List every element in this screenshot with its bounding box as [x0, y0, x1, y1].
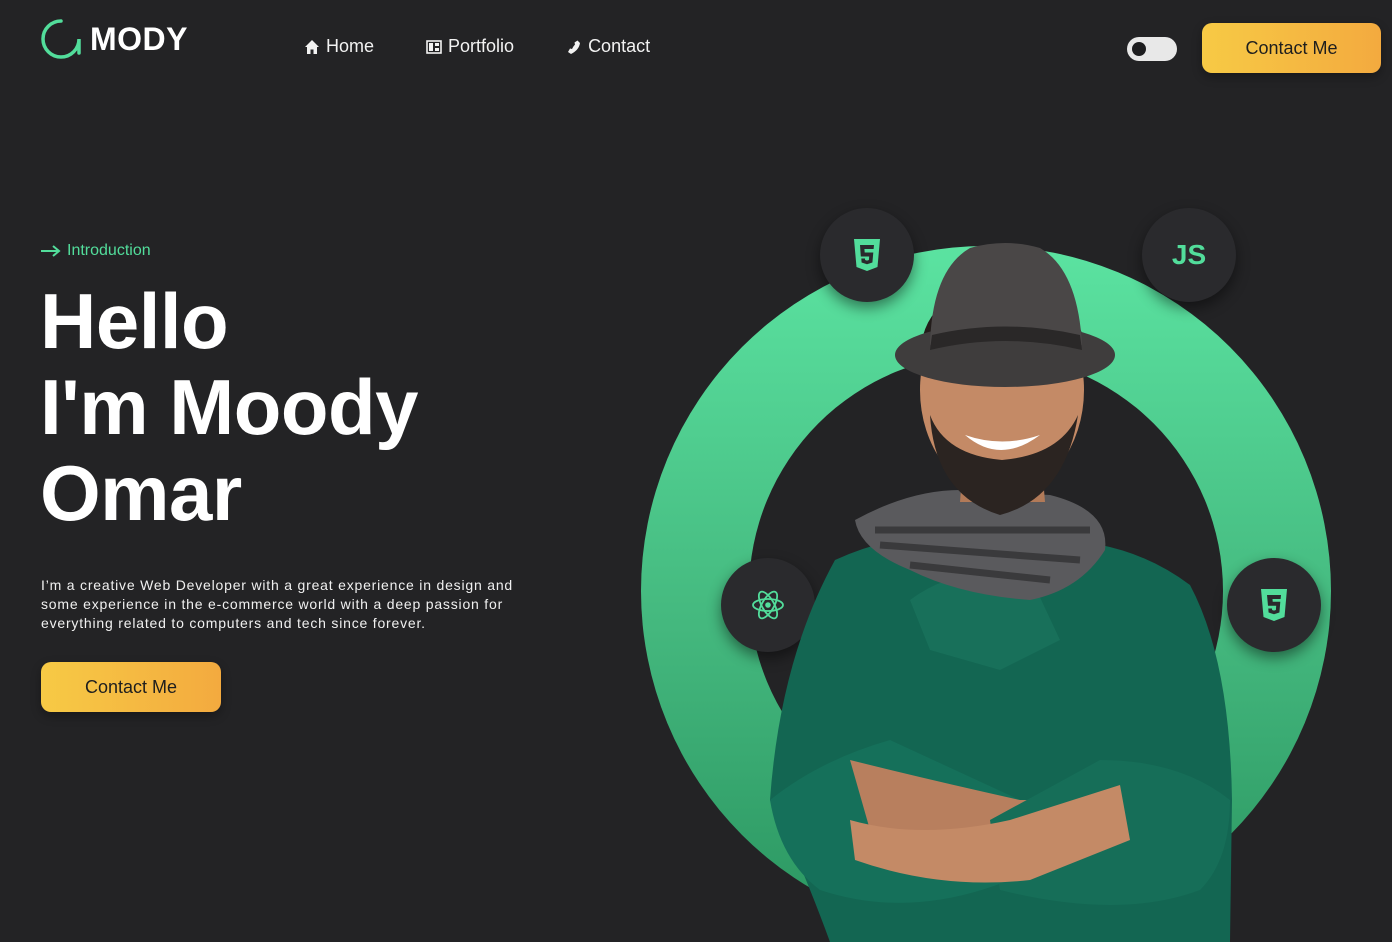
phone-icon	[568, 40, 581, 54]
nav-item-portfolio[interactable]: Portfolio	[426, 36, 514, 57]
main-nav: Home Portfolio Contact	[304, 36, 650, 57]
toggle-knob	[1132, 42, 1146, 56]
theme-toggle[interactable]	[1127, 37, 1177, 61]
hero-contact-button[interactable]: Contact Me	[41, 662, 221, 712]
intro-text: Introduction	[67, 242, 151, 259]
intro-label: Introduction	[41, 242, 151, 260]
hero-headline: Hello I'm Moody Omar	[40, 277, 419, 537]
nav-item-label: Contact	[588, 36, 651, 56]
nav-item-label: Portfolio	[448, 36, 515, 56]
home-icon	[305, 39, 319, 54]
css3-icon	[1261, 589, 1287, 621]
hero-description: I’m a creative Web Developer with a grea…	[41, 577, 513, 631]
nav-item-contact[interactable]: Contact	[566, 36, 650, 57]
top-navigation-bar: MODY Home Portfolio Contact Contact Me	[0, 0, 1392, 96]
nav-item-home[interactable]: Home	[304, 36, 374, 57]
headline-line: Hello	[40, 277, 229, 365]
portfolio-icon	[426, 39, 442, 54]
logo-icon	[41, 19, 81, 59]
headline-line: I'm Moody	[40, 363, 419, 451]
css3-badge	[1227, 558, 1321, 652]
header-contact-button[interactable]: Contact Me	[1202, 23, 1381, 73]
arrow-right-icon	[41, 245, 61, 257]
logo-text: MODY	[90, 20, 188, 57]
headline-line: Omar	[40, 449, 242, 537]
profile-photo	[770, 243, 1232, 942]
logo[interactable]: MODY	[40, 18, 188, 60]
nav-item-label: Home	[326, 36, 375, 56]
